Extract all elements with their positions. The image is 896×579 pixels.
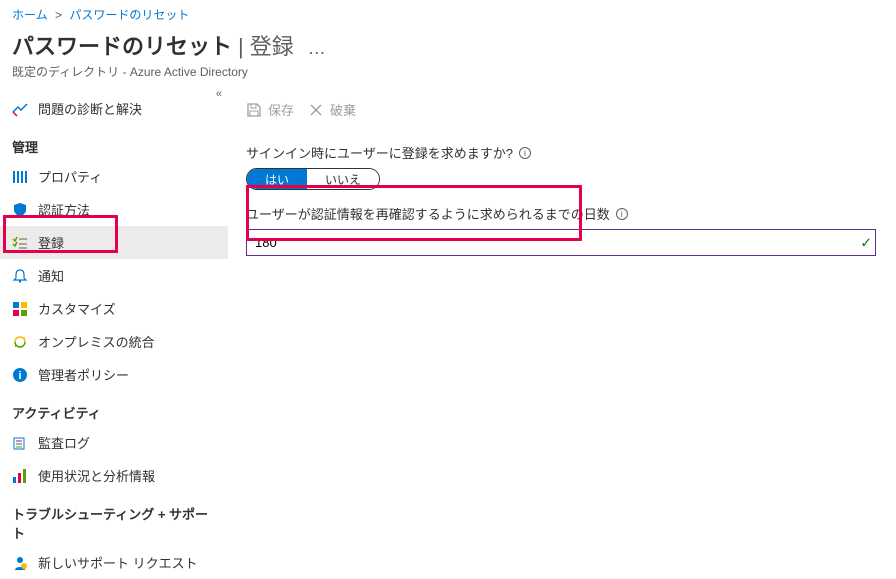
chart-icon xyxy=(12,468,28,484)
checklist-icon xyxy=(12,235,28,251)
info-icon: i xyxy=(12,367,28,383)
main-content: 保存 破棄 サインイン時にユーザーに登録を求めますか? i はい いいえ xyxy=(228,88,896,579)
sidebar-item-label: 問題の診断と解決 xyxy=(38,99,142,118)
sidebar-item-diagnose[interactable]: 問題の診断と解決 xyxy=(0,92,228,125)
sidebar-item-label: 認証方法 xyxy=(38,200,90,219)
customize-icon xyxy=(12,301,28,317)
discard-label: 破棄 xyxy=(330,100,356,119)
sidebar-item-label: 使用状況と分析情報 xyxy=(38,466,155,485)
breadcrumb-separator: > xyxy=(55,8,62,22)
discard-icon xyxy=(308,102,324,118)
sync-icon xyxy=(12,334,28,350)
save-label: 保存 xyxy=(268,100,294,119)
sidebar: « 問題の診断と解決 管理 プロパティ 認証方法 登録 通知 xyxy=(0,88,228,579)
sidebar-item-registration[interactable]: 登録 xyxy=(0,226,228,259)
page-title-separator: | xyxy=(238,34,244,60)
sidebar-item-label: 監査ログ xyxy=(38,433,90,452)
sidebar-item-label: 登録 xyxy=(38,233,64,252)
sidebar-item-label: 通知 xyxy=(38,266,64,285)
shield-icon xyxy=(12,202,28,218)
sidebar-item-admin-policy[interactable]: i 管理者ポリシー xyxy=(0,358,228,391)
sidebar-item-customize[interactable]: カスタマイズ xyxy=(0,292,228,325)
save-icon xyxy=(246,102,262,118)
page-subtitle: 既定のディレクトリ - Azure Active Directory xyxy=(12,63,884,80)
sidebar-section-trouble: トラブルシューティング + サポート xyxy=(0,492,228,546)
page-header: パスワードのリセット | 登録 … 既定のディレクトリ - Azure Acti… xyxy=(0,25,896,88)
info-tooltip-icon[interactable]: i xyxy=(519,147,531,159)
log-icon xyxy=(12,435,28,451)
sidebar-item-label: 新しいサポート リクエスト xyxy=(38,553,198,572)
breadcrumb-reset[interactable]: パスワードのリセット xyxy=(69,8,189,22)
sidebar-section-activity: アクティビティ xyxy=(0,391,228,426)
info-tooltip-icon[interactable]: i xyxy=(616,208,628,220)
toolbar: 保存 破棄 xyxy=(246,96,880,131)
sidebar-item-properties[interactable]: プロパティ xyxy=(0,160,228,193)
page-more-button[interactable]: … xyxy=(308,38,326,59)
toggle-no[interactable]: いいえ xyxy=(307,169,379,189)
properties-icon xyxy=(12,169,28,185)
sidebar-item-notification[interactable]: 通知 xyxy=(0,259,228,292)
save-button[interactable]: 保存 xyxy=(246,100,294,119)
sidebar-item-auth-methods[interactable]: 認証方法 xyxy=(0,193,228,226)
toggle-yes[interactable]: はい xyxy=(247,169,307,189)
discard-button[interactable]: 破棄 xyxy=(308,100,356,119)
page-title-main: パスワードのリセット xyxy=(12,29,232,61)
sidebar-item-label: プロパティ xyxy=(38,167,102,186)
sidebar-item-onprem[interactable]: オンプレミスの統合 xyxy=(0,325,228,358)
sidebar-collapse-button[interactable]: « xyxy=(216,88,222,100)
require-registration-toggle[interactable]: はい いいえ xyxy=(246,168,380,190)
require-registration-label: サインイン時にユーザーに登録を求めますか? xyxy=(246,143,513,162)
page-root: ホーム > パスワードのリセット パスワードのリセット | 登録 … 既定のディ… xyxy=(0,0,896,579)
breadcrumb: ホーム > パスワードのリセット xyxy=(0,0,896,25)
reconfirm-days-label: ユーザーが認証情報を再確認するように求められるまでの日数 xyxy=(246,204,610,223)
diagnose-icon xyxy=(12,101,28,117)
require-registration-field: サインイン時にユーザーに登録を求めますか? i はい いいえ xyxy=(246,143,880,190)
validated-check-icon: ✓ xyxy=(860,234,872,251)
breadcrumb-home[interactable]: ホーム xyxy=(12,8,48,22)
svg-text:i: i xyxy=(18,370,21,382)
sidebar-item-support[interactable]: 新しいサポート リクエスト xyxy=(0,546,228,579)
bell-icon xyxy=(12,268,28,284)
sidebar-item-usage[interactable]: 使用状況と分析情報 xyxy=(0,459,228,492)
sidebar-item-label: 管理者ポリシー xyxy=(38,365,129,384)
sidebar-item-label: オンプレミスの統合 xyxy=(38,332,155,351)
page-title-sub: 登録 xyxy=(250,29,294,61)
reconfirm-days-input[interactable] xyxy=(246,229,876,256)
sidebar-item-label: カスタマイズ xyxy=(38,299,116,318)
support-icon xyxy=(12,555,28,571)
sidebar-section-manage: 管理 xyxy=(0,125,228,160)
sidebar-item-audit-logs[interactable]: 監査ログ xyxy=(0,426,228,459)
reconfirm-days-field: ユーザーが認証情報を再確認するように求められるまでの日数 i ✓ xyxy=(246,204,880,256)
